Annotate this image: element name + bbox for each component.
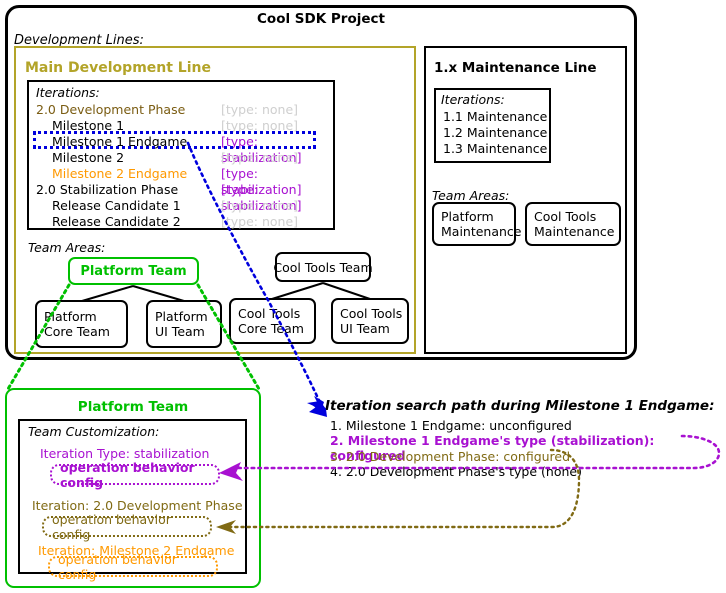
iteration-row: Release Candidate 2 [type: none] [36,214,326,230]
team-box-cool-tools-ui-team[interactable]: Cool Tools UI Team [331,298,409,344]
iteration-name: Milestone 2 [52,150,125,165]
milestone-1-endgame-highlight [33,131,316,149]
team-areas-label: Team Areas: [28,240,106,255]
iteration-name: 2.0 Stabilization Phase [36,182,179,197]
blue-arrowhead [311,396,326,416]
team-label: Platform Core Team [44,309,110,339]
team-box-platform-maintenance[interactable]: Platform Maintenance [432,202,522,246]
team-label: Cool Tools Team [273,259,373,275]
team-label: Cool Tools Core Team [238,306,304,336]
iteration-name: 2.0 Development Phase [36,102,186,117]
team-label: Platform Team [80,263,187,279]
iteration-row: Milestone 2 Endgame [type: stabilization… [36,166,326,197]
operation-behavior-config-pill-milestone-2-endgame[interactable]: operation behavior config [48,552,218,582]
operation-behavior-config-pill-stabilization[interactable]: operation behavior config [50,460,220,490]
team-areas-label: Team Areas: [432,188,510,203]
team-box-cool-tools-core-team[interactable]: Cool Tools Core Team [229,298,316,344]
platform-team-detail-title: Platform Team [77,399,189,415]
iteration-row: 2.0 Stabilization Phase [type: stabiliza… [36,182,326,213]
iteration-type: [type: none] [221,198,299,213]
search-path-item-4: 4. 2.0 Development Phase's type (none) [330,464,582,479]
maintenance-iteration-row: 1.1 Maintenance [443,109,548,124]
operation-behavior-config-pill-dev-phase[interactable]: operation behavior config [42,512,212,542]
iteration-row: 2.0 Development Phase [type: none] [36,102,326,118]
iteration-type: [type: none] [221,214,299,229]
iteration-row: Release Candidate 1 [type: none] [36,198,326,214]
pill-label: operation behavior config [52,511,171,542]
pill-label: operation behavior config [58,551,177,582]
maintenance-iteration-row: 1.3 Maintenance [443,141,548,156]
iteration-name: Release Candidate 2 [52,214,181,229]
iteration-name: Release Candidate 1 [52,198,181,213]
team-label: Cool Tools UI Team [340,306,403,336]
team-box-platform-ui-team[interactable]: Platform UI Team [146,300,222,348]
iterations-label: Iterations: [441,92,505,107]
search-path-item-3: 3. 2.0 Development Phase: configured [330,449,571,464]
team-box-cool-tools-team[interactable]: Cool Tools Team [273,252,373,282]
search-path-title: Iteration search path during Milestone 1… [325,398,715,414]
blue-arrowhead-2 [307,401,327,417]
team-label: Cool Tools Maintenance [534,209,615,239]
team-customization-label: Team Customization: [28,424,160,439]
iteration-type: [type: none] [221,150,299,165]
team-box-cool-tools-maintenance[interactable]: Cool Tools Maintenance [525,202,621,246]
iterations-label: Iterations: [36,85,100,100]
iteration-list: 2.0 Development Phase [type: none] Miles… [36,102,326,230]
iteration-row: Milestone 2 [type: none] [36,150,326,166]
team-box-platform-team[interactable]: Platform Team [68,257,199,285]
pill-label: operation behavior config [60,459,195,490]
iteration-type: [type: none] [221,102,299,117]
team-label: Platform Maintenance [441,209,522,239]
maintenance-iteration-row: 1.2 Maintenance [443,125,548,140]
team-label: Platform UI Team [155,309,208,339]
team-box-platform-core-team[interactable]: Platform Core Team [35,300,128,348]
main-development-line-title: Main Development Line [25,60,211,76]
iteration-name: Milestone 2 Endgame [52,166,188,181]
search-path-item-1: 1. Milestone 1 Endgame: unconfigured [330,418,572,433]
maintenance-line-title: 1.x Maintenance Line [434,60,597,76]
page-title: Cool SDK Project [257,11,385,27]
